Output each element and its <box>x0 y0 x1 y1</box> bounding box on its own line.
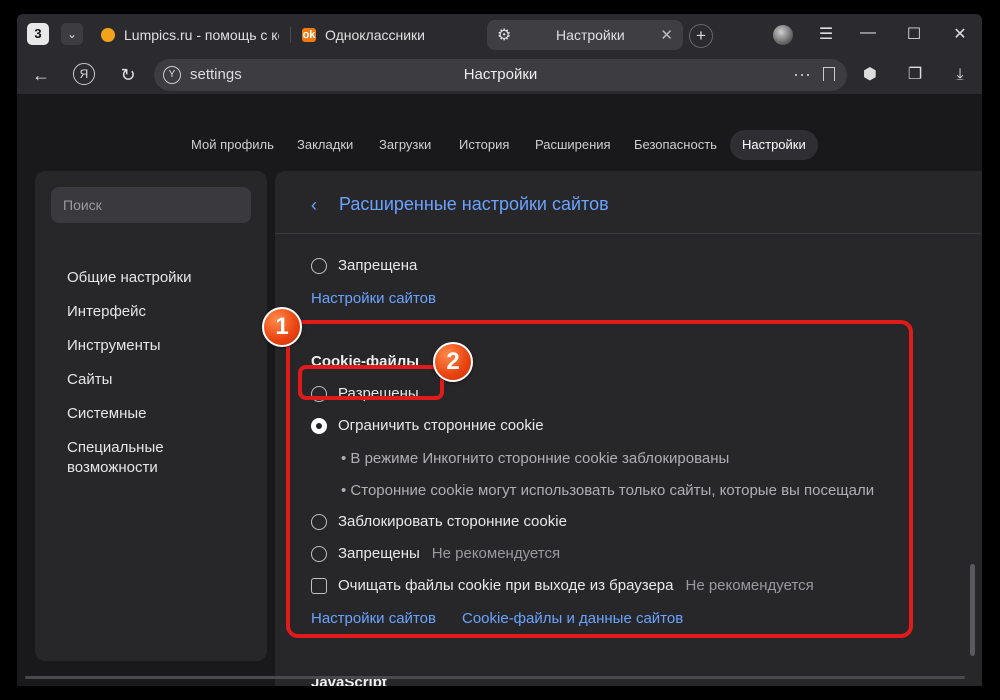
new-tab-button[interactable]: + <box>689 24 713 48</box>
back-chevron-icon[interactable]: ‹ <box>311 195 317 216</box>
nav-downloads[interactable]: Загрузки <box>379 130 431 160</box>
sidebar-item-general[interactable]: Общие настройки <box>67 268 192 288</box>
sidebar-item-accessibility[interactable]: Специальные возможности <box>67 438 207 478</box>
tab-strip: 3 ⌄ Lumpics.ru - помощь с ко ok Одноклас… <box>17 14 982 56</box>
address-url: settings <box>190 66 242 83</box>
site-settings-link-top[interactable]: Настройки сайтов <box>311 290 436 307</box>
yandex-browser-icon: Y <box>163 66 181 84</box>
extensions-puzzle-icon[interactable]: ⬢ <box>859 64 881 86</box>
tab-count-button[interactable]: 3 <box>27 23 49 45</box>
highlight-allowed-option <box>298 365 444 400</box>
tab-settings-active[interactable]: ⚙ Настройки ✕ <box>487 20 683 50</box>
tab-odnoklassniki[interactable]: ok Одноклассники <box>302 20 482 50</box>
nav-extensions[interactable]: Расширения <box>535 130 611 160</box>
address-page-title: Настройки <box>463 66 538 83</box>
back-arrow-icon[interactable]: ← <box>29 64 53 86</box>
tab-separator <box>290 27 291 43</box>
sidebar-item-interface[interactable]: Интерфейс <box>67 302 146 322</box>
plus-icon: + <box>696 26 706 45</box>
nav-security[interactable]: Безопасность <box>634 130 717 160</box>
search-input[interactable]: Поиск <box>51 187 251 223</box>
tab-lumpics[interactable]: Lumpics.ru - помощь с ко <box>101 20 279 50</box>
tab-title: Настройки <box>556 27 625 43</box>
radio-label: Запрещена <box>338 257 418 274</box>
radio-prev-denied[interactable]: Запрещена <box>311 257 417 274</box>
settings-sidebar: Поиск Общие настройки Интерфейс Инструме… <box>35 171 267 661</box>
lumpics-favicon-icon <box>101 28 115 42</box>
downloads-icon[interactable]: ⤓ <box>949 64 971 86</box>
address-bar[interactable]: Y settings Настройки ··· <box>154 59 847 91</box>
sidebar-item-tools[interactable]: Инструменты <box>67 336 161 356</box>
settings-top-nav: Мой профиль Закладки Загрузки История Ра… <box>17 130 982 160</box>
close-tab-icon[interactable]: ✕ <box>660 26 673 44</box>
yandex-button-icon[interactable]: Я <box>73 63 95 85</box>
page-title: Расширенные настройки сайтов <box>339 194 609 214</box>
sidebar-item-sites[interactable]: Сайты <box>67 370 112 390</box>
nav-bookmarks[interactable]: Закладки <box>297 130 353 160</box>
nav-my-profile[interactable]: Мой профиль <box>191 130 274 160</box>
maximize-icon[interactable]: ☐ <box>903 24 925 44</box>
navigation-bar: ← Я ↻ Y settings Настройки ··· ⬢ ❐ ⤓ <box>17 56 982 94</box>
chevron-down-icon: ⌄ <box>66 27 78 41</box>
tab-title: Lumpics.ru - помощь с ко <box>124 27 279 43</box>
avatar[interactable] <box>773 25 793 45</box>
divider <box>275 233 982 234</box>
vertical-scrollbar[interactable] <box>970 564 975 656</box>
more-options-icon[interactable]: ··· <box>793 59 811 89</box>
sidebar-item-system[interactable]: Системные <box>67 404 146 424</box>
nav-settings[interactable]: Настройки <box>730 130 818 160</box>
reload-icon[interactable]: ↻ <box>116 64 140 86</box>
radio-button[interactable] <box>311 257 327 274</box>
tab-title: Одноклассники <box>325 27 426 43</box>
nav-history[interactable]: История <box>459 130 509 160</box>
step-badge-2: 2 <box>433 342 473 382</box>
collections-icon[interactable]: ❐ <box>904 64 926 86</box>
odnoklassniki-favicon-icon: ok <box>302 28 316 42</box>
close-window-icon[interactable]: ✕ <box>949 24 971 44</box>
tab-list-dropdown-button[interactable]: ⌄ <box>61 23 83 45</box>
gear-icon: ⚙ <box>497 27 512 44</box>
menu-hamburger-icon[interactable]: ☰ <box>815 24 837 44</box>
minimize-icon[interactable]: — <box>857 24 879 42</box>
step-badge-1: 1 <box>262 307 302 347</box>
bookmark-icon[interactable] <box>823 67 835 81</box>
horizontal-scrollbar[interactable] <box>25 676 965 679</box>
